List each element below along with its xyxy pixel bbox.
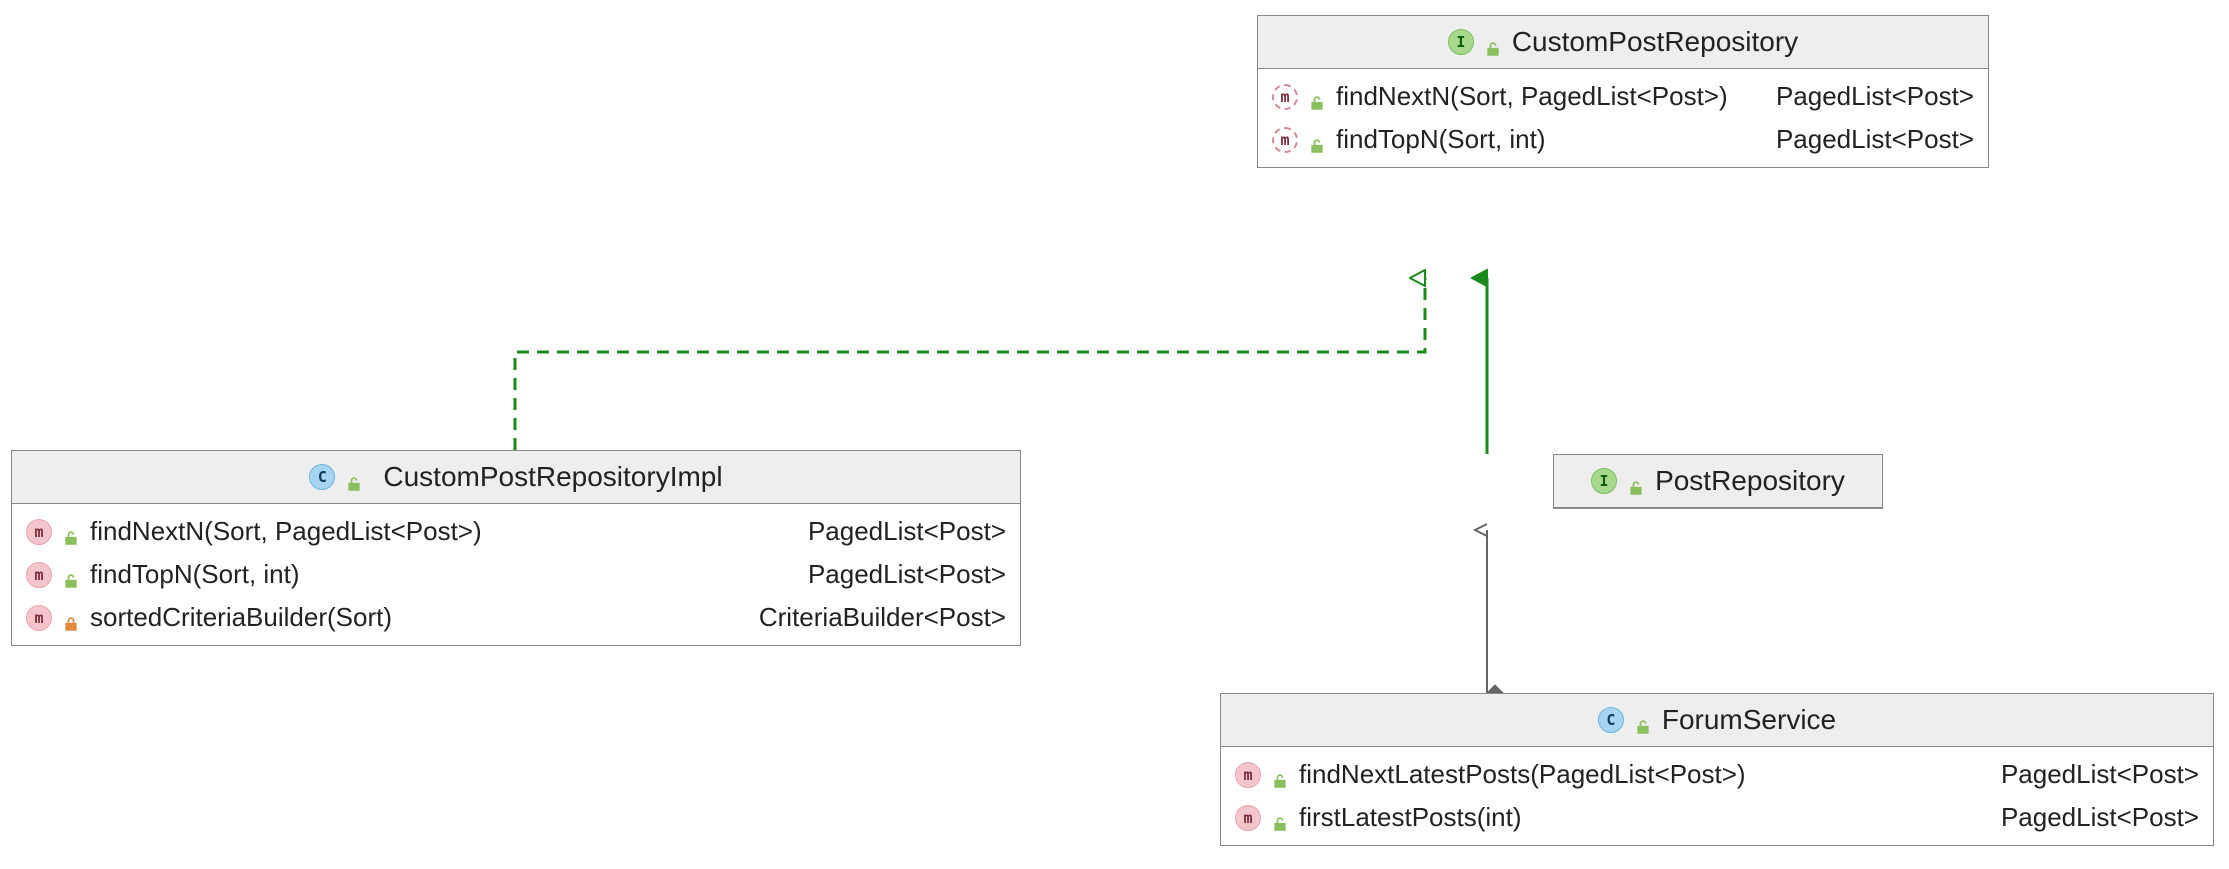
uml-diagram: CustomPostRepository (generalization, so… (0, 0, 2229, 869)
class-body: m findNextN(Sort, PagedList<Post>) Paged… (1258, 69, 1988, 167)
class-custom-post-repository-impl: C CustomPostRepositoryImpl m findNextN(S… (11, 450, 1021, 646)
class-forum-service: C ForumService m findNextLatestPosts(Pag… (1220, 693, 2214, 846)
method-signature: findTopN(Sort, int) (1336, 124, 1546, 155)
lock-icon (62, 609, 80, 627)
method-signature: findNextN(Sort, PagedList<Post>) (90, 516, 482, 547)
interface-icon: I (1448, 29, 1474, 55)
method-return-type: PagedList<Post> (1776, 81, 1974, 112)
class-header: C ForumService (1221, 694, 2213, 747)
unlock-icon (1484, 33, 1502, 51)
unlock-icon (345, 468, 363, 486)
method-return-type: PagedList<Post> (2001, 802, 2199, 833)
method-return-type: PagedList<Post> (2001, 759, 2199, 790)
method-signature: firstLatestPosts(int) (1299, 802, 1522, 833)
method-row: m sortedCriteriaBuilder(Sort) CriteriaBu… (26, 596, 1006, 639)
method-signature: findNextN(Sort, PagedList<Post>) (1336, 81, 1728, 112)
unlock-icon (1634, 711, 1652, 729)
class-icon: C (1598, 707, 1624, 733)
class-header: C CustomPostRepositoryImpl (12, 451, 1020, 504)
method-row: m findTopN(Sort, int) PagedList<Post> (26, 553, 1006, 596)
interface-icon: I (1591, 468, 1617, 494)
interface-post-repository: I PostRepository (1553, 454, 1883, 509)
method-row: m findTopN(Sort, int) PagedList<Post> (1272, 118, 1974, 161)
unlock-icon (62, 566, 80, 584)
method-row: m firstLatestPosts(int) PagedList<Post> (1235, 796, 2199, 839)
class-header: I PostRepository (1554, 455, 1882, 508)
unlock-icon (1308, 131, 1326, 149)
unlock-icon (1271, 766, 1289, 784)
class-body: m findNextN(Sort, PagedList<Post>) Paged… (12, 504, 1020, 645)
class-name: CustomPostRepository (1512, 26, 1798, 58)
method-return-type: PagedList<Post> (808, 516, 1006, 547)
class-header: I CustomPostRepository (1258, 16, 1988, 69)
method-signature: findTopN(Sort, int) (90, 559, 300, 590)
class-body: m findNextLatestPosts(PagedList<Post>) P… (1221, 747, 2213, 845)
method-icon: m (26, 519, 52, 545)
class-name: ForumService (1662, 704, 1836, 736)
method-return-type: CriteriaBuilder<Post> (759, 602, 1006, 633)
method-icon: m (26, 605, 52, 631)
unlock-icon (1627, 472, 1645, 490)
method-signature: findNextLatestPosts(PagedList<Post>) (1299, 759, 1746, 790)
realization-arrow (515, 278, 1425, 450)
method-row: m findNextN(Sort, PagedList<Post>) Paged… (26, 510, 1006, 553)
method-return-type: PagedList<Post> (1776, 124, 1974, 155)
abstract-method-icon: m (1272, 127, 1298, 153)
method-return-type: PagedList<Post> (808, 559, 1006, 590)
class-name: CustomPostRepositoryImpl (383, 461, 722, 493)
unlock-icon (62, 523, 80, 541)
class-name: PostRepository (1655, 465, 1845, 497)
method-icon: m (1235, 762, 1261, 788)
unlock-icon (1271, 809, 1289, 827)
unlock-icon (1308, 88, 1326, 106)
class-icon: C (309, 464, 335, 490)
method-row: m findNextLatestPosts(PagedList<Post>) P… (1235, 753, 2199, 796)
abstract-method-icon: m (1272, 84, 1298, 110)
method-icon: m (26, 562, 52, 588)
method-row: m findNextN(Sort, PagedList<Post>) Paged… (1272, 75, 1974, 118)
method-icon: m (1235, 805, 1261, 831)
interface-custom-post-repository: I CustomPostRepository m findNextN(Sort,… (1257, 15, 1989, 168)
method-signature: sortedCriteriaBuilder(Sort) (90, 602, 392, 633)
